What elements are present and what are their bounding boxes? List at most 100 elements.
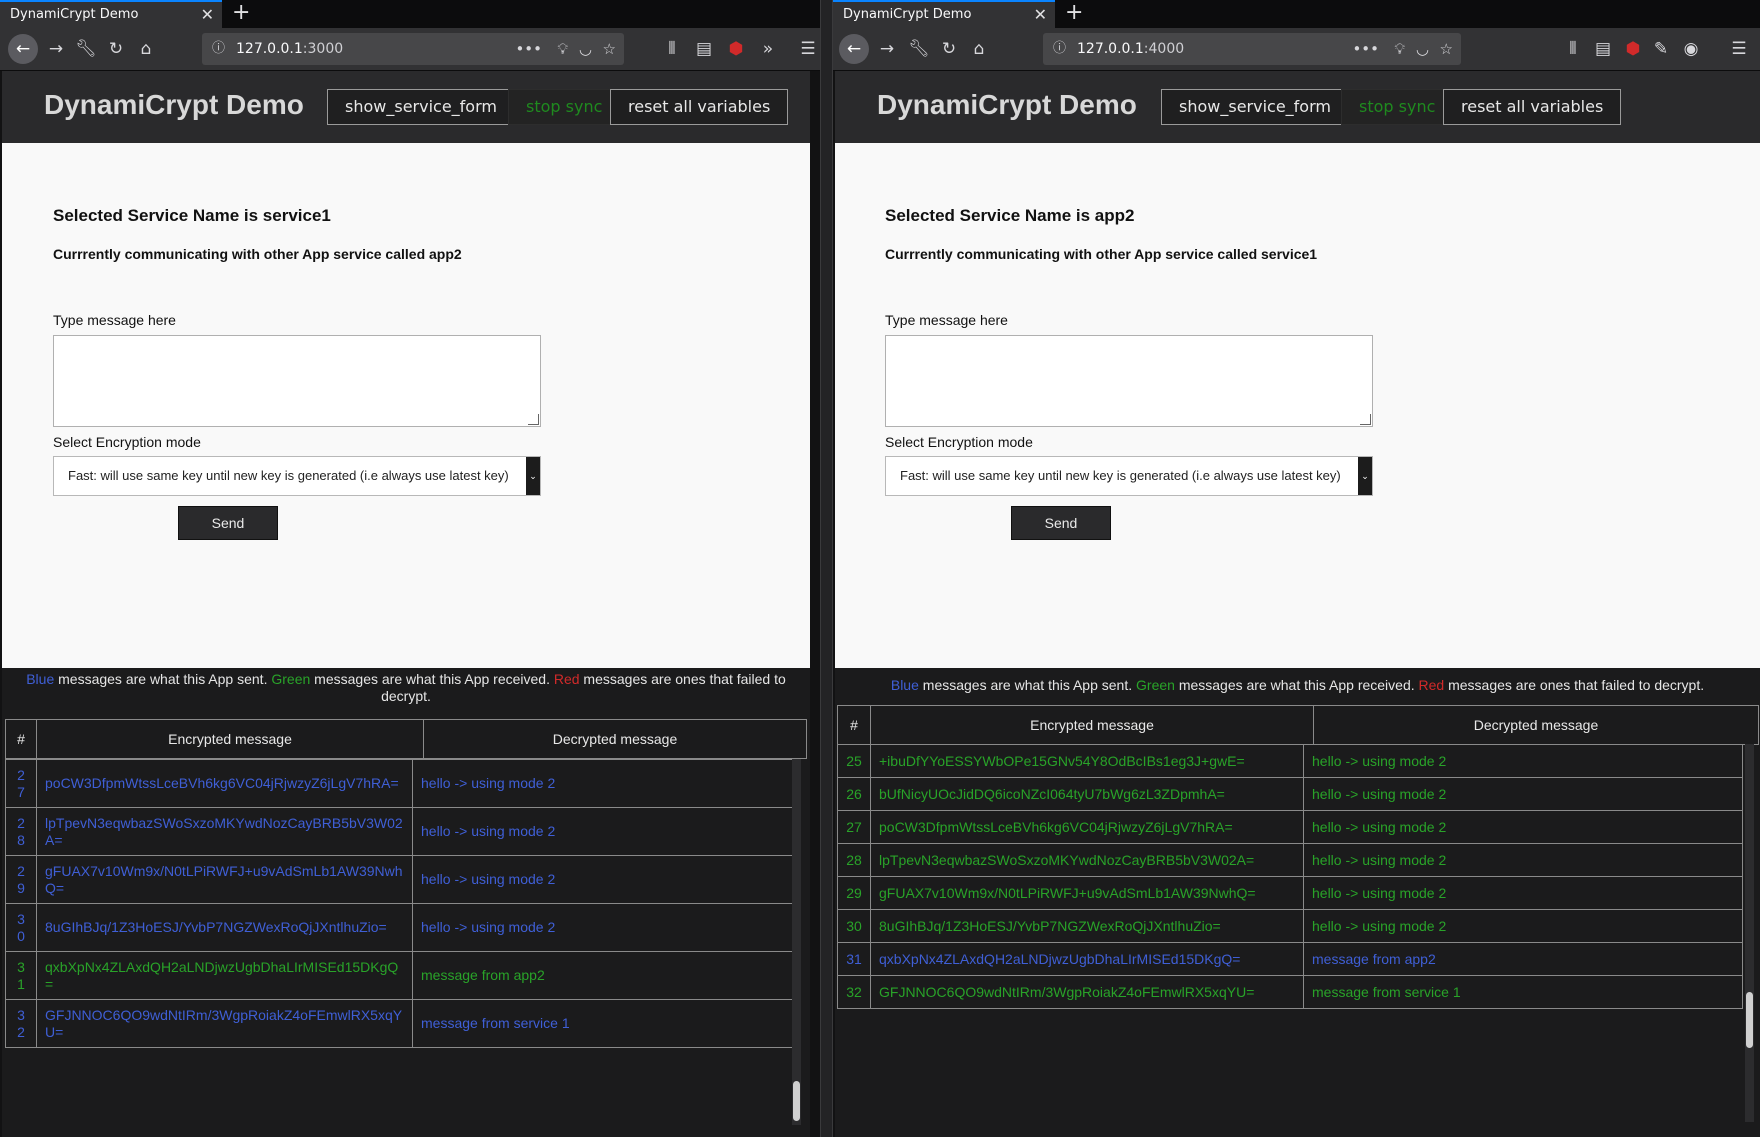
info-icon[interactable]: ⓘ [1053, 33, 1066, 65]
decrypted-message: hello -> using mode 2 [1303, 876, 1743, 910]
encryption-mode-select[interactable]: Fast: will use same key until new key is… [53, 456, 541, 496]
close-icon[interactable]: ✕ [1034, 2, 1047, 27]
messages-table-header: # Encrypted message Decrypted message [837, 705, 1759, 745]
reset-variables-button[interactable]: reset all variables [1443, 89, 1622, 125]
show-service-form-button[interactable]: show_service_form [327, 89, 515, 125]
home-icon[interactable]: ⌂ [132, 36, 160, 62]
ublock-icon[interactable]: ⬢ [1619, 36, 1647, 62]
wrench-icon[interactable]: 🔧︎ [72, 36, 100, 62]
url-bar[interactable]: ⓘ 127.0.0.1:3000 ••• 💡︎ ◡ ☆ [202, 33, 624, 65]
decrypted-message: hello -> using mode 2 [1303, 777, 1743, 811]
send-button[interactable]: Send [1011, 506, 1111, 540]
stop-sync-button[interactable]: stop sync [1341, 89, 1454, 125]
close-icon[interactable]: ✕ [201, 2, 214, 27]
row-number: 31 [837, 942, 871, 976]
encryption-mode-label: Select Encryption mode [53, 434, 201, 450]
new-tab-icon[interactable]: + [232, 0, 250, 26]
table-row: 27 poCW3DfpmWtssLceBVh6kg6VC04jRjwzyZ6jLg… [837, 810, 1743, 844]
pocket-icon[interactable]: ◡ [1416, 33, 1429, 65]
row-number: 30 [5, 903, 37, 952]
encryption-mode-select[interactable]: Fast: will use same key until new key is… [885, 456, 1373, 496]
resize-grip-icon[interactable] [1360, 414, 1371, 425]
encryption-mode-value: Fast: will use same key until new key is… [68, 468, 509, 483]
home-icon[interactable]: ⌂ [965, 36, 993, 62]
ublock-icon[interactable]: ⬢ [722, 36, 750, 62]
tab-title: DynamiCrypt Demo [843, 7, 972, 22]
sidebar-icon[interactable]: ▤ [1589, 36, 1617, 62]
forward-icon[interactable]: → [42, 36, 70, 62]
chevron-down-icon[interactable]: ⌄ [1358, 457, 1372, 495]
legend-text-2: messages are what this App received. [310, 671, 554, 687]
table-row: 28 lpTpevN3eqwbazSWoSxzoMKYwdNozCayBRB5bV… [5, 807, 793, 856]
lightbulb-icon[interactable]: 💡︎ [1394, 33, 1405, 65]
row-number: 32 [837, 975, 871, 1009]
reload-icon[interactable]: ↻ [102, 36, 130, 62]
more-icon[interactable]: ••• [1352, 33, 1379, 65]
lightbulb-icon[interactable]: 💡︎ [557, 33, 568, 65]
new-tab-icon[interactable]: + [1065, 0, 1083, 26]
info-icon[interactable]: ⓘ [212, 33, 225, 65]
encrypted-message: lpTpevN3eqwbazSWoSxzoMKYwdNozCayBRB5bV3W… [870, 843, 1304, 877]
table-row: 31 qxbXpNx4ZLAxdQH2aLNDjwzUgbDhaLIrMISEd1… [5, 951, 793, 1000]
back-icon[interactable]: ← [8, 34, 38, 64]
library-icon[interactable]: ⫴ [1559, 36, 1587, 62]
stop-sync-button[interactable]: stop sync [508, 89, 621, 125]
more-icon[interactable]: ••• [515, 33, 542, 65]
star-icon[interactable]: ☆ [603, 33, 616, 65]
table-scrollbar[interactable] [1745, 744, 1754, 1122]
decrypted-message: hello -> using mode 2 [1303, 744, 1743, 778]
messages-table-body[interactable]: 27 poCW3DfpmWtssLceBVh6kg6VC04jRjwzyZ6jLg… [5, 759, 793, 1127]
message-input[interactable] [885, 335, 1373, 427]
table-row: 27 poCW3DfpmWtssLceBVh6kg6VC04jRjwzyZ6jLg… [5, 759, 793, 808]
messages-table-body[interactable]: 25 +ibuDfYYoESSYWbOPe15GNv54Y8OdBcIBs1eg3… [837, 744, 1743, 1124]
menu-icon[interactable]: ☰ [794, 36, 820, 62]
show-service-form-button[interactable]: show_service_form [1161, 89, 1349, 125]
message-label: Type message here [53, 312, 176, 328]
send-button[interactable]: Send [178, 506, 278, 540]
scrollbar-thumb[interactable] [1746, 992, 1753, 1048]
nav-bar: ← → 🔧︎ ↻ ⌂ ⓘ 127.0.0.1:3000 ••• 💡︎ ◡ ☆ ⫴… [0, 28, 820, 71]
table-scrollbar[interactable] [792, 759, 801, 1125]
account-icon[interactable]: ◉ [1677, 36, 1705, 62]
legend-blue: Blue [890, 677, 919, 693]
sidebar-icon[interactable]: ▤ [690, 36, 718, 62]
library-icon[interactable]: ⫴ [658, 36, 686, 62]
encrypted-message: gFUAX7v10Wm9x/N0tLPiRWFJ+u9vAdSmLb1AW39N… [36, 855, 413, 904]
row-number: 29 [5, 855, 37, 904]
wrench-icon[interactable]: 🔧︎ [905, 36, 933, 62]
encrypted-message: bUfNicyUOcJidDQ6icoNZcI064tyU7bWg6zL3ZDp… [870, 777, 1304, 811]
pen-icon[interactable]: ✎ [1647, 36, 1675, 62]
resize-grip-icon[interactable] [528, 414, 539, 425]
tab-bar: DynamiCrypt Demo ✕ + [833, 0, 1760, 28]
back-icon[interactable]: ← [839, 34, 869, 64]
star-icon[interactable]: ☆ [1440, 33, 1453, 65]
app-header: DynamiCrypt Demo show_service_form stop … [2, 71, 810, 143]
tab-dynamicrypt[interactable]: DynamiCrypt Demo ✕ [833, 0, 1055, 28]
chevron-down-icon[interactable]: ⌄ [526, 457, 540, 495]
message-input[interactable] [53, 335, 541, 427]
legend-green: Green [271, 671, 311, 687]
forward-icon[interactable]: → [873, 36, 901, 62]
decrypted-message: message from service 1 [412, 999, 793, 1048]
encrypted-message: +ibuDfYYoESSYWbOPe15GNv54Y8OdBcIBs1eg3J+… [870, 744, 1304, 778]
scrollbar-thumb[interactable] [793, 1081, 800, 1121]
row-number: 25 [837, 744, 871, 778]
decrypted-message: hello -> using mode 2 [412, 807, 793, 856]
reload-icon[interactable]: ↻ [935, 36, 963, 62]
menu-icon[interactable]: ☰ [1725, 36, 1753, 62]
pocket-icon[interactable]: ◡ [579, 33, 592, 65]
encrypted-message: poCW3DfpmWtssLceBVh6kg6VC04jRjwzyZ6jLgV7… [36, 759, 413, 808]
encrypted-message: qxbXpNx4ZLAxdQH2aLNDjwzUgbDhaLIrMISEd15D… [36, 951, 413, 1000]
url-host: 127.0.0.1 [236, 41, 303, 57]
table-row: 29 gFUAX7v10Wm9x/N0tLPiRWFJ+u9vAdSmLb1AW3… [837, 876, 1743, 910]
reset-variables-button[interactable]: reset all variables [610, 89, 789, 125]
row-number: 28 [837, 843, 871, 877]
legend-text-1: messages are what this App sent. [54, 671, 272, 687]
tab-dynamicrypt[interactable]: DynamiCrypt Demo ✕ [0, 0, 222, 28]
overflow-icon[interactable]: » [754, 36, 782, 62]
window-divider[interactable] [820, 0, 833, 1137]
row-number: 28 [5, 807, 37, 856]
table-row: 25 +ibuDfYYoESSYWbOPe15GNv54Y8OdBcIBs1eg3… [837, 744, 1743, 778]
legend-red: Red [1418, 677, 1445, 693]
url-bar[interactable]: ⓘ 127.0.0.1:4000 ••• 💡︎ ◡ ☆ [1043, 33, 1461, 65]
